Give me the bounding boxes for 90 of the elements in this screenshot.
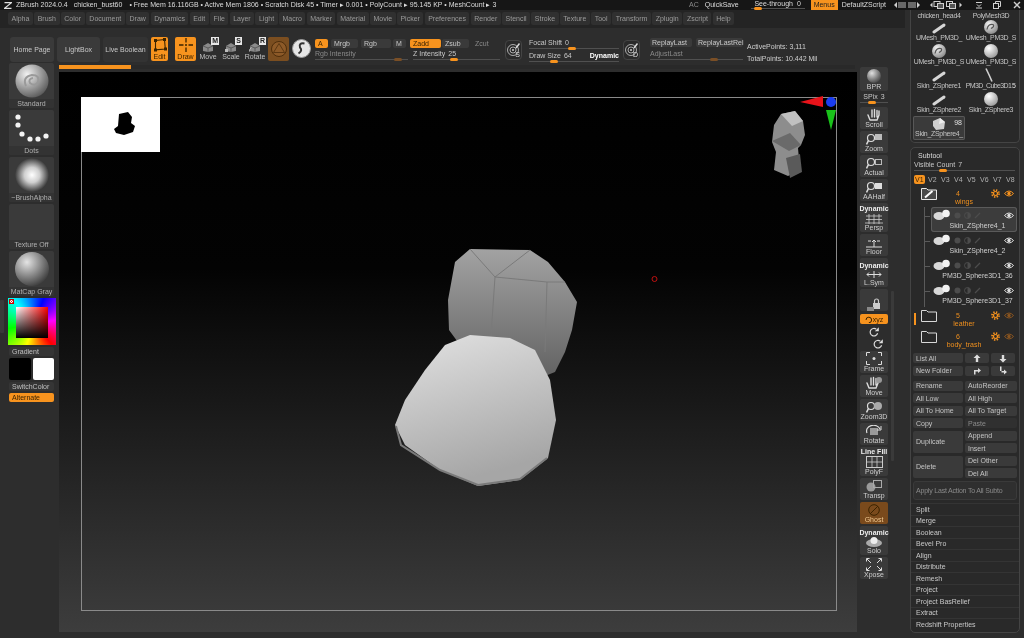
insert-button[interactable] <box>965 365 989 376</box>
cube-icon <box>202 42 214 52</box>
symmetry-arrows-icon <box>866 270 882 279</box>
intensity-slider[interactable] <box>413 58 500 61</box>
swirl-sphere-icon <box>984 20 998 34</box>
mesh-thumbnail-icon <box>933 209 951 221</box>
magnifier-icon <box>866 133 882 145</box>
close-icon[interactable] <box>1013 1 1021 9</box>
mesh-thumbnail-icon <box>933 284 951 296</box>
target-icon <box>507 43 520 56</box>
expand-arrows-icon <box>866 558 882 571</box>
visible-count-slider[interactable] <box>914 169 1015 172</box>
collapse-left-icon[interactable] <box>894 1 906 9</box>
cube-icon <box>249 42 261 52</box>
slider-thumb[interactable] <box>450 58 459 61</box>
curve-icon <box>984 68 993 82</box>
color-marker-icon <box>9 299 14 304</box>
gear-icon[interactable] <box>991 311 1000 320</box>
cube-icon <box>225 42 237 52</box>
color-swatch[interactable] <box>9 358 31 380</box>
logo-icon <box>4 1 12 9</box>
gear-icon[interactable] <box>991 189 1000 198</box>
stick-icon <box>932 71 946 82</box>
slider-thumb[interactable] <box>568 47 577 50</box>
folder-icon[interactable] <box>921 308 937 322</box>
slider-thumb[interactable] <box>550 60 559 63</box>
color-picker[interactable] <box>8 298 56 345</box>
down-arrow-icon <box>999 353 1007 363</box>
floor-icon <box>866 239 882 248</box>
sphere-icon <box>14 252 49 286</box>
mesh-thumbnail-icon <box>933 234 951 246</box>
grid-icon <box>865 456 883 468</box>
swirl-sphere-icon <box>932 44 946 58</box>
dock-right-icon[interactable] <box>946 1 962 9</box>
crosshair-icon <box>178 38 193 52</box>
soft-glow-icon <box>14 158 49 192</box>
sphere-icon <box>984 44 998 58</box>
sculpt-mesh[interactable] <box>395 335 556 487</box>
spix-slider[interactable] <box>860 101 888 104</box>
material-sphere-icon <box>270 41 287 57</box>
navigation-gizmo[interactable] <box>772 96 836 178</box>
eye-icon[interactable] <box>1004 190 1014 197</box>
slider-thumb[interactable] <box>754 7 763 10</box>
slider-thumb[interactable] <box>939 169 948 172</box>
rotate-icon <box>864 315 872 323</box>
up-arrow-icon <box>973 353 981 363</box>
spheres-icon <box>866 537 882 547</box>
stick-icon <box>932 23 946 34</box>
folder-icon[interactable] <box>921 329 937 343</box>
color-swatch[interactable] <box>32 358 54 380</box>
slashed-circle-icon <box>868 504 880 516</box>
hand-icon <box>866 376 882 389</box>
transparency-icon <box>866 480 882 492</box>
mesh-thumbnail-icon <box>933 259 951 271</box>
bent-arrow-icon <box>973 366 981 375</box>
rotate-icon[interactable] <box>873 339 883 349</box>
see-through-slider[interactable] <box>750 7 805 10</box>
brush-slider[interactable] <box>529 60 619 63</box>
transform-box-icon <box>152 38 167 52</box>
swirl-icon[interactable] <box>292 39 311 58</box>
extract-button[interactable] <box>991 365 1015 376</box>
dock-left-icon[interactable] <box>930 1 944 9</box>
magnifier-icon <box>866 157 882 169</box>
view-tool-button[interactable] <box>860 289 888 311</box>
magnifier-icon <box>866 181 882 193</box>
marker-icon <box>651 276 658 282</box>
rotate-icon[interactable] <box>869 327 879 337</box>
magnifier-icon <box>866 401 882 413</box>
brush-slider[interactable] <box>529 47 619 50</box>
minimize-icon[interactable] <box>975 1 983 9</box>
folder-pencil-icon[interactable] <box>921 186 937 200</box>
blob-icon <box>932 117 946 130</box>
sphere-icon <box>984 92 998 106</box>
swirl-sphere-icon <box>14 64 49 98</box>
grid-icon <box>865 213 883 224</box>
target-icon <box>625 43 638 56</box>
rotate-icon <box>866 425 882 437</box>
move-up-button[interactable] <box>965 353 989 363</box>
sphere-icon <box>867 69 881 83</box>
dots-icon <box>14 114 49 142</box>
hand-icon <box>867 108 881 121</box>
collapse-right-icon[interactable] <box>908 1 920 9</box>
move-down-button[interactable] <box>991 353 1015 363</box>
gear-icon[interactable] <box>991 332 1000 341</box>
frame-icon <box>866 352 882 365</box>
slider-thumb[interactable] <box>868 101 876 104</box>
lock-icon <box>867 297 881 311</box>
bent-arrow-icon <box>999 366 1007 375</box>
stick-icon <box>932 95 946 106</box>
restore-icon[interactable] <box>993 1 1001 9</box>
